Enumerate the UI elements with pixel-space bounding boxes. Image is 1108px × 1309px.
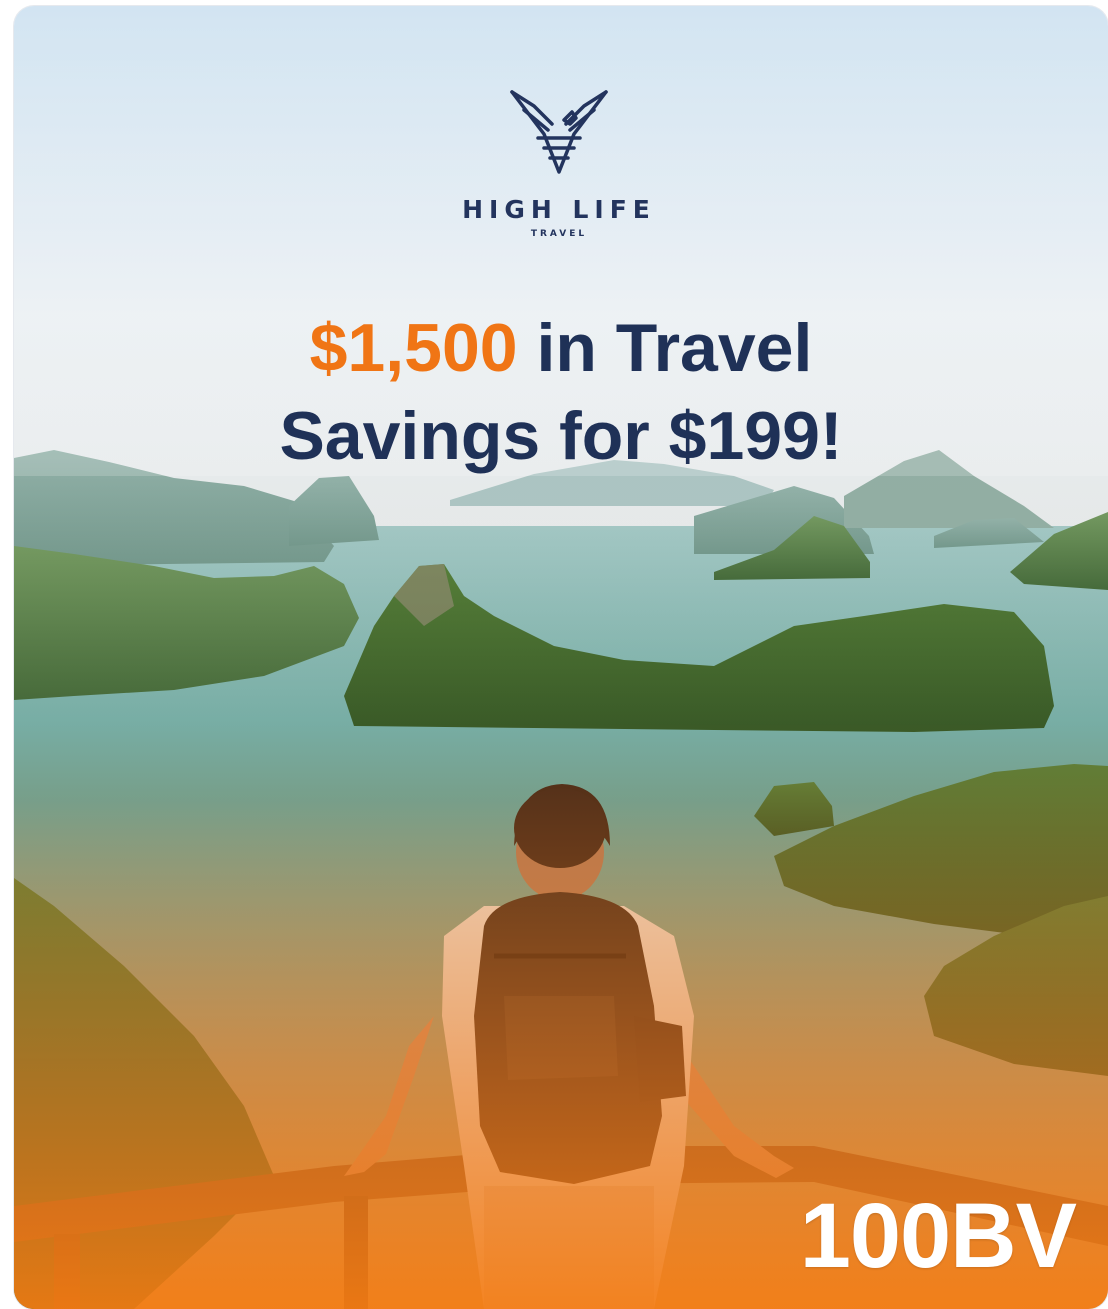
headline-line-1: $1,500 in Travel [14, 304, 1108, 392]
eagle-wings-icon [510, 90, 608, 174]
headline-line-1-rest: in Travel [517, 310, 813, 386]
brand-logo: HIGH LIFE TRAVEL [454, 84, 664, 239]
headline-accent-amount: $1,500 [309, 310, 518, 386]
brand-subtitle: TRAVEL [530, 229, 588, 239]
bv-badge: 100BV [799, 1185, 1077, 1287]
headline: $1,500 in Travel Savings for $199! [14, 304, 1108, 480]
headline-line-2: Savings for $199! [279, 398, 843, 474]
promo-card[interactable]: HIGH LIFE TRAVEL $1,500 in Travel Saving… [14, 6, 1108, 1309]
brand-name: HIGH LIFE [462, 195, 656, 224]
